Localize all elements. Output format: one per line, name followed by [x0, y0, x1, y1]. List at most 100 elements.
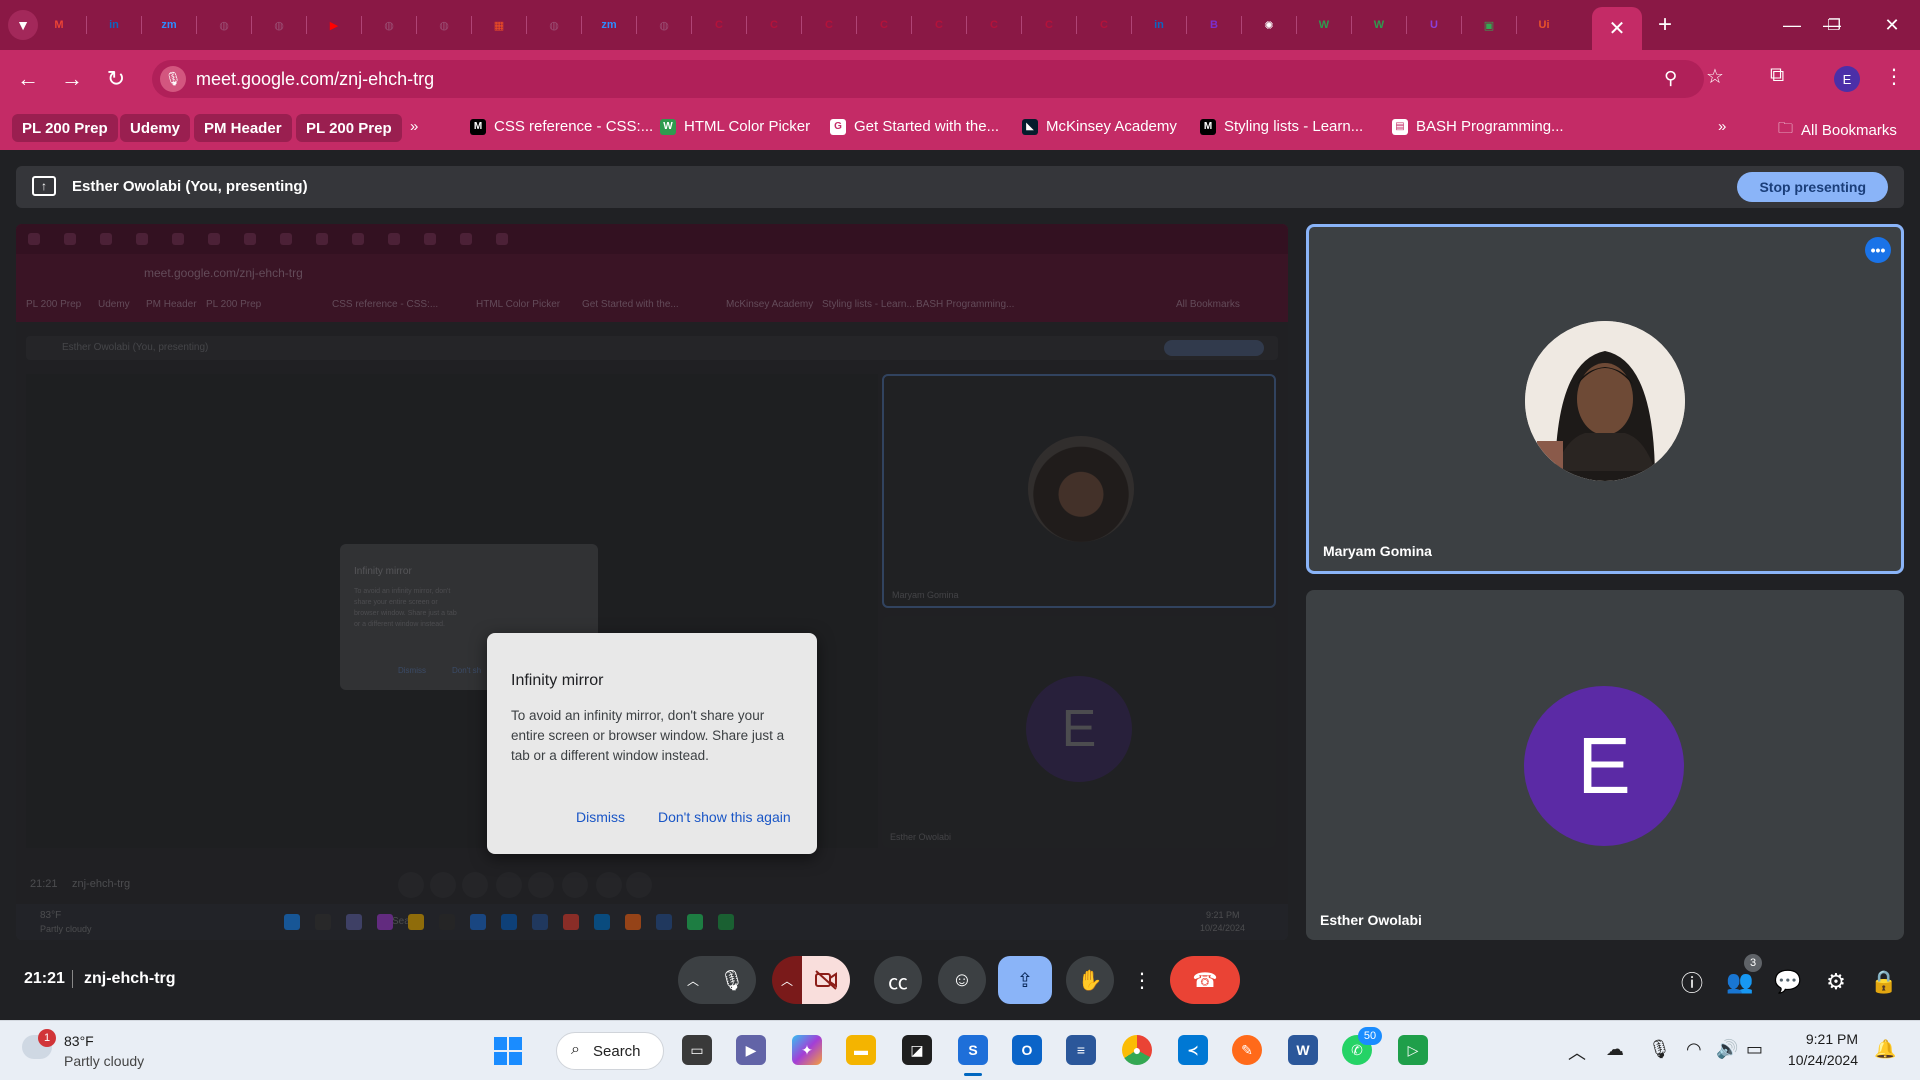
bookmark-item[interactable]: W HTML Color Picker	[660, 118, 810, 135]
clock-time[interactable]: 9:21 PM	[1806, 1031, 1858, 1047]
outlook-icon[interactable]: O	[1012, 1035, 1042, 1065]
chat-icon[interactable]: 💬	[1774, 968, 1802, 996]
emoji-reaction-button[interactable]: ☺	[938, 956, 986, 1004]
zoom-icon[interactable]: zm	[598, 14, 620, 36]
onedrive-cloud-icon[interactable]: ☁	[1606, 1039, 1624, 1060]
microsoft-icon[interactable]: ▦	[488, 14, 510, 36]
stop-presenting-button[interactable]: Stop presenting	[1737, 172, 1888, 202]
extensions-icon[interactable]: ⧉	[1770, 64, 1784, 87]
chrome-icon[interactable]: ●	[1122, 1035, 1152, 1065]
window-close-button[interactable]: ✕	[1872, 10, 1912, 40]
ui-icon[interactable]: Ui	[1533, 14, 1555, 36]
participant-tile-maryam[interactable]: ••• Maryam Gomina	[1306, 224, 1904, 574]
wifi-icon[interactable]: ◠	[1686, 1039, 1702, 1060]
red-c-icon[interactable]: C	[1093, 14, 1115, 36]
snipping-app-icon[interactable]: S	[958, 1035, 988, 1065]
word-icon[interactable]: W	[1288, 1035, 1318, 1065]
address-bar[interactable]: 🎙 meet.google.com/znj-ehch-trg ⚲	[152, 60, 1704, 98]
minimize-button[interactable]: —	[1772, 10, 1812, 40]
microphone-button[interactable]: 🎙	[708, 956, 756, 1004]
new-tab-button[interactable]: +	[1650, 10, 1680, 40]
red-c-icon[interactable]: C	[928, 14, 950, 36]
w-icon[interactable]: W	[1313, 14, 1335, 36]
sticky-notes-icon[interactable]: ◪	[902, 1035, 932, 1065]
globe-icon[interactable]: ◍	[543, 14, 565, 36]
raise-hand-button[interactable]: ✋	[1066, 956, 1114, 1004]
bookmark-item[interactable]: ◣ McKinsey Academy	[1022, 118, 1177, 135]
copilot-icon[interactable]: ✦	[792, 1035, 822, 1065]
meet-icon[interactable]: ▣	[1478, 14, 1500, 36]
browser-menu-icon[interactable]: ⋮	[1884, 64, 1904, 89]
bookmark-item[interactable]: M CSS reference - CSS:...	[470, 118, 653, 135]
red-c-icon[interactable]: C	[983, 14, 1005, 36]
reload-icon[interactable]: ↻	[100, 63, 132, 95]
weather-condition[interactable]: Partly cloudy	[64, 1053, 144, 1069]
globe-icon[interactable]: ◍	[653, 14, 675, 36]
bookmark-folder-chip[interactable]: PL 200 Prep	[12, 114, 118, 142]
u-icon[interactable]: U	[1423, 14, 1445, 36]
taskbar-search[interactable]: ⌕ Search	[556, 1032, 664, 1070]
all-bookmarks[interactable]: 🗀 All Bookmarks	[1778, 118, 1897, 143]
red-c-icon[interactable]: C	[818, 14, 840, 36]
tab-search-chevron-icon[interactable]: ▼	[8, 10, 38, 40]
battery-icon[interactable]: ▭	[1746, 1039, 1763, 1060]
youtube-icon[interactable]: ▶	[323, 14, 345, 36]
camera-off-button[interactable]	[802, 956, 850, 1004]
postman-icon[interactable]: ✎	[1232, 1035, 1262, 1065]
bookmark-folder-chip[interactable]: PM Header	[194, 114, 292, 142]
active-tab-meet[interactable]: ✕	[1592, 7, 1642, 50]
w-icon[interactable]: W	[1368, 14, 1390, 36]
media-player-icon[interactable]: ▷	[1398, 1035, 1428, 1065]
more-options-button[interactable]: ⋮	[1130, 956, 1154, 1004]
openai-icon[interactable]: ✺	[1258, 14, 1280, 36]
file-explorer-icon[interactable]: ▬	[846, 1035, 876, 1065]
red-c-icon[interactable]: C	[1038, 14, 1060, 36]
activities-icon[interactable]: ⚙	[1822, 968, 1850, 996]
vscode-icon[interactable]: ≺	[1178, 1035, 1208, 1065]
present-screen-button[interactable]: ⇪	[998, 956, 1052, 1004]
globe-icon[interactable]: ◍	[378, 14, 400, 36]
b-icon[interactable]: B	[1203, 14, 1225, 36]
zoom-icon[interactable]: zm	[158, 14, 180, 36]
notification-bell-icon[interactable]: 🔔	[1874, 1039, 1896, 1060]
task-view-icon[interactable]: ▭	[682, 1035, 712, 1065]
bookmark-folder-chip[interactable]: PL 200 Prep	[296, 114, 402, 142]
globe-icon[interactable]: ◍	[268, 14, 290, 36]
bookmark-item[interactable]: M Styling lists - Learn...	[1200, 118, 1363, 135]
show-hidden-icons-chevron[interactable]: ︿	[1568, 1039, 1586, 1065]
url-text[interactable]: meet.google.com/znj-ehch-trg	[196, 69, 434, 90]
bookmarks-overflow-right[interactable]: »	[1718, 118, 1726, 135]
host-controls-icon[interactable]: 🔒	[1870, 968, 1898, 996]
globe-icon[interactable]: ◍	[213, 14, 235, 36]
people-icon[interactable]: 👥	[1726, 968, 1754, 996]
red-c-icon[interactable]: C	[763, 14, 785, 36]
participant-tile-esther[interactable]: E Esther Owolabi	[1306, 590, 1904, 940]
gmail-icon[interactable]: M	[48, 14, 70, 36]
back-arrow-icon[interactable]: ←	[12, 63, 44, 95]
linkedin-icon[interactable]: in	[103, 14, 125, 36]
globe-icon[interactable]: ◍	[433, 14, 455, 36]
bookmark-item[interactable]: ▤ BASH Programming...	[1392, 118, 1564, 135]
bookmark-folder-chip[interactable]: Udemy	[120, 114, 191, 142]
dismiss-button[interactable]: Dismiss	[576, 809, 625, 825]
red-c-icon[interactable]: C	[873, 14, 895, 36]
windows-start-icon[interactable]	[494, 1037, 522, 1065]
more-options-icon[interactable]: •••	[1865, 237, 1891, 263]
bookmarks-overflow-left[interactable]: »	[410, 118, 418, 135]
microphone-tray-icon[interactable]: 🎙	[1648, 1039, 1671, 1060]
meeting-info-icon[interactable]: ⓘ	[1678, 968, 1706, 996]
volume-icon[interactable]: 🔊	[1716, 1039, 1738, 1060]
notepad-icon[interactable]: ≡	[1066, 1035, 1096, 1065]
red-c-icon[interactable]: C	[708, 14, 730, 36]
restore-button[interactable]: ❐	[1814, 10, 1854, 40]
captions-button[interactable]: ㏄	[874, 956, 922, 1004]
bookmark-item[interactable]: G Get Started with the...	[830, 118, 999, 135]
bookmark-star-icon[interactable]: ☆	[1706, 64, 1724, 89]
teams-icon[interactable]: ▶	[736, 1035, 766, 1065]
audio-options-chevron-icon[interactable]: ︿	[678, 956, 708, 1004]
video-options-chevron-icon[interactable]: ︿	[772, 956, 802, 1004]
clock-date[interactable]: 10/24/2024	[1788, 1052, 1858, 1068]
close-icon[interactable]: ✕	[1609, 16, 1626, 41]
dont-show-again-button[interactable]: Don't show this again	[658, 809, 791, 825]
weather-temp[interactable]: 83°F	[64, 1033, 94, 1049]
